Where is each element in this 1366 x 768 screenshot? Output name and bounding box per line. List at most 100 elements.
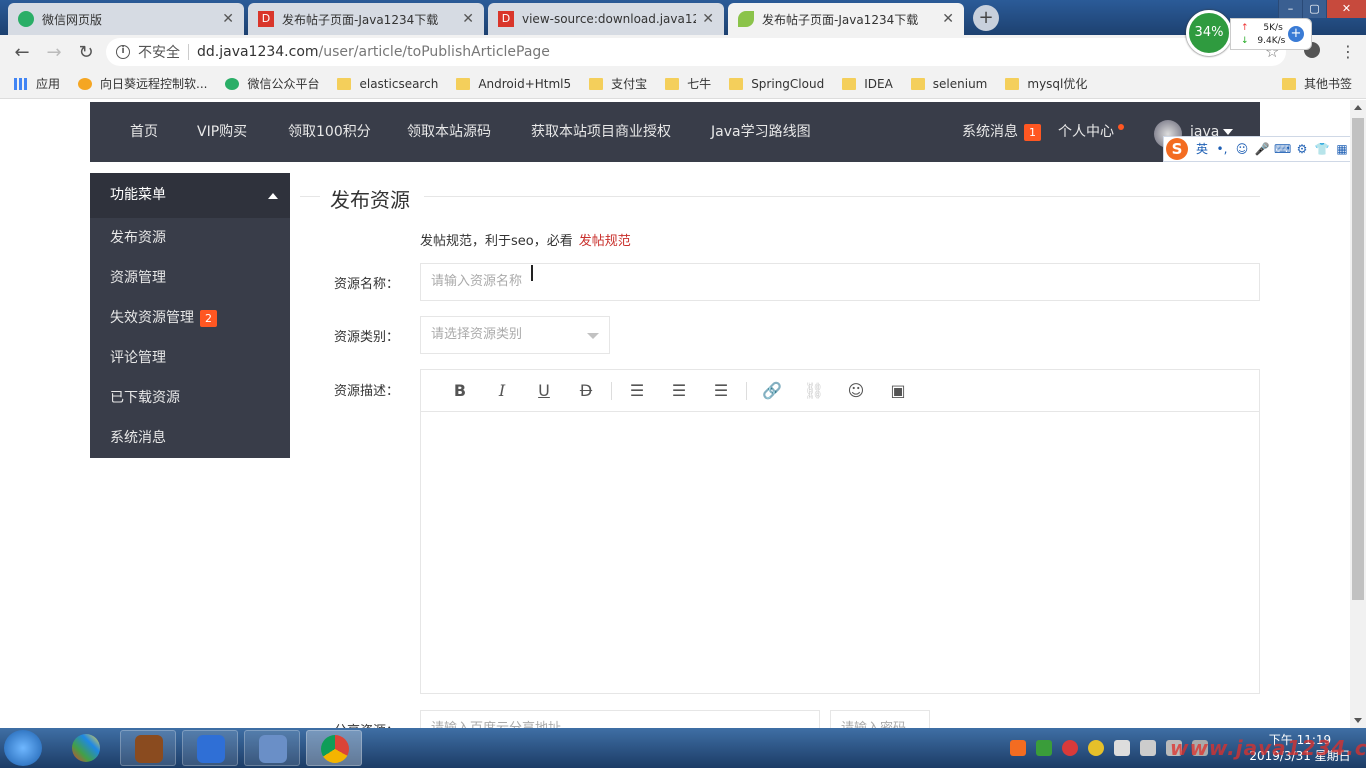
net-speed-widget[interactable]: 34% ↑ 5K/s ↓ 9.4K/s + <box>1186 10 1312 56</box>
nav-source[interactable]: 领取本站源码 <box>407 102 491 162</box>
close-icon[interactable]: ✕ <box>702 11 714 27</box>
image-icon[interactable]: ▣ <box>877 381 919 400</box>
page-title: 发布资源 <box>330 188 410 212</box>
resource-name-input[interactable]: 请输入资源名称 <box>420 263 1260 301</box>
tab-title: 微信网页版 <box>42 12 103 27</box>
align-center-icon[interactable]: ☰ <box>658 381 700 400</box>
shield-icon[interactable] <box>1036 740 1052 756</box>
punctuation-icon[interactable]: •, <box>1214 142 1230 156</box>
tools-icon[interactable]: ⚙ <box>1294 142 1310 156</box>
reload-icon[interactable]: ↻ <box>70 42 102 63</box>
scrollbar-thumb[interactable] <box>1352 118 1364 600</box>
address-bar-row: ← → ↻ i 不安全 dd.java1234.com /user/articl… <box>0 35 1366 69</box>
link-icon[interactable]: 🔗 <box>751 381 793 400</box>
wps-icon <box>197 735 225 763</box>
nav-license[interactable]: 获取本站项目商业授权 <box>531 102 671 162</box>
bookmark-mysql[interactable]: mysql优化 <box>1005 75 1087 92</box>
bookmark-label: 应用 <box>36 77 61 91</box>
device-tray-icon[interactable] <box>1114 740 1130 756</box>
sidebar-item-downloaded[interactable]: 已下载资源 <box>90 378 290 418</box>
security-tray-icon[interactable] <box>1062 740 1078 756</box>
posting-rules-link[interactable]: 发帖规范 <box>579 234 631 249</box>
sogou-tray-icon[interactable] <box>1010 740 1026 756</box>
nav-personal[interactable]: 个人中心 <box>1058 102 1125 162</box>
title-divider-left <box>300 196 320 197</box>
italic-icon[interactable]: I <box>481 381 523 400</box>
unlink-icon[interactable]: ⛓ <box>793 381 835 400</box>
strikethrough-icon[interactable]: D <box>565 381 607 400</box>
bookmark-apps[interactable]: 应用 <box>14 75 60 92</box>
nav-vip[interactable]: VIP购买 <box>197 102 247 162</box>
share-url-input[interactable]: 请输入百度云分享地址 <box>420 710 820 728</box>
close-icon[interactable]: ✕ <box>462 11 474 27</box>
plus-icon[interactable]: + <box>1288 26 1304 42</box>
browser-tabstrip: 微信网页版 ✕ D 发布帖子页面-Java1234下载 ✕ D view-sou… <box>0 0 1366 35</box>
close-icon[interactable]: ✕ <box>222 11 234 27</box>
emoji-icon[interactable]: ☺ <box>1234 142 1250 156</box>
sidebar-item-manage[interactable]: 资源管理 <box>90 258 290 298</box>
sidebar-item-messages[interactable]: 系统消息 <box>90 418 290 458</box>
folder-icon <box>1005 77 1020 90</box>
mic-icon[interactable]: 🎤 <box>1254 142 1270 156</box>
align-right-icon[interactable]: ☰ <box>700 381 742 400</box>
scroll-up-icon[interactable] <box>1354 105 1362 110</box>
nav-points[interactable]: 领取100积分 <box>288 102 371 162</box>
tab-publish[interactable]: D 发布帖子页面-Java1234下载 ✕ <box>248 3 484 35</box>
back-arrow-icon[interactable]: ← <box>6 42 38 63</box>
scroll-down-icon[interactable] <box>1354 718 1362 723</box>
omnibox[interactable]: i 不安全 dd.java1234.com /user/article/toPu… <box>106 38 1286 66</box>
bold-icon[interactable]: B <box>439 381 481 400</box>
nav-home[interactable]: 首页 <box>130 102 158 162</box>
align-left-icon[interactable]: ☰ <box>616 381 658 400</box>
bookmark-alipay[interactable]: 支付宝 <box>589 75 647 92</box>
sidebar-item-invalid[interactable]: 失效资源管理 2 <box>90 298 290 338</box>
bookmark-wechat-mp[interactable]: 微信公众平台 <box>225 75 319 92</box>
bookmark-selenium[interactable]: selenium <box>910 77 987 91</box>
window-close-button[interactable]: ✕ <box>1326 0 1366 18</box>
bookmark-android[interactable]: Android+Html5 <box>456 77 571 91</box>
sidebar-item-comments[interactable]: 评论管理 <box>90 338 290 378</box>
resource-type-select[interactable]: 请选择资源类别 <box>420 316 610 354</box>
invalid-count-badge: 2 <box>200 309 217 327</box>
more-menu-icon[interactable]: ⋮ <box>1340 42 1356 61</box>
close-icon[interactable]: ✕ <box>942 11 954 27</box>
toolbar-divider <box>611 381 612 400</box>
bookmark-qiniu[interactable]: 七牛 <box>665 75 711 92</box>
taskbar-app-4[interactable] <box>244 730 300 766</box>
share-password-input[interactable]: 请输入密码 <box>830 710 930 728</box>
taskbar-app-1[interactable] <box>58 730 114 766</box>
page-scrollbar[interactable] <box>1350 100 1366 728</box>
bookmark-idea[interactable]: IDEA <box>842 77 893 91</box>
new-tab-button[interactable]: + <box>973 5 999 31</box>
tab-view-source[interactable]: D view-source:download.java123 ✕ <box>488 3 724 35</box>
start-button[interactable] <box>4 730 42 766</box>
grid-icon[interactable]: ▦ <box>1334 142 1350 156</box>
bookmark-sunflower[interactable]: 向日葵远程控制软... <box>78 75 207 92</box>
sogou-logo-icon[interactable]: S <box>1166 138 1188 160</box>
bookmark-springcloud[interactable]: SpringCloud <box>729 77 824 91</box>
flag-tray-icon[interactable] <box>1140 740 1156 756</box>
keyboard-icon[interactable]: ⌨ <box>1274 142 1291 156</box>
security-label: 不安全 <box>138 45 180 61</box>
bookmark-elasticsearch[interactable]: elasticsearch <box>337 77 438 91</box>
rich-text-editor[interactable]: B I U D ☰ ☰ ☰ 🔗 ⛓ ☺ ▣ <box>420 369 1260 694</box>
emoji-icon[interactable]: ☺ <box>835 381 877 400</box>
tab-wechat[interactable]: 微信网页版 ✕ <box>8 3 244 35</box>
nav-messages[interactable]: 系统消息 1 <box>962 102 1041 162</box>
sidebar-item-publish[interactable]: 发布资源 <box>90 218 290 258</box>
taskbar-java-ide[interactable] <box>120 730 176 766</box>
forward-arrow-icon[interactable]: → <box>38 42 70 63</box>
tab-active[interactable]: 发布帖子页面-Java1234下载 ✕ <box>728 3 964 35</box>
underline-icon[interactable]: U <box>523 381 565 400</box>
plus-tray-icon[interactable] <box>1088 740 1104 756</box>
folder-icon <box>910 77 925 90</box>
info-icon[interactable]: i <box>116 45 130 59</box>
ime-mode[interactable]: 英 <box>1194 142 1210 156</box>
bookmark-other[interactable]: 其他书签 <box>1282 75 1352 92</box>
skin-icon[interactable]: 👕 <box>1314 142 1330 156</box>
taskbar-wps[interactable] <box>182 730 238 766</box>
nav-roadmap[interactable]: Java学习路线图 <box>711 102 811 162</box>
taskbar-chrome[interactable] <box>306 730 362 766</box>
sidebar-header[interactable]: 功能菜单 <box>90 173 290 218</box>
folder-icon <box>729 77 744 90</box>
